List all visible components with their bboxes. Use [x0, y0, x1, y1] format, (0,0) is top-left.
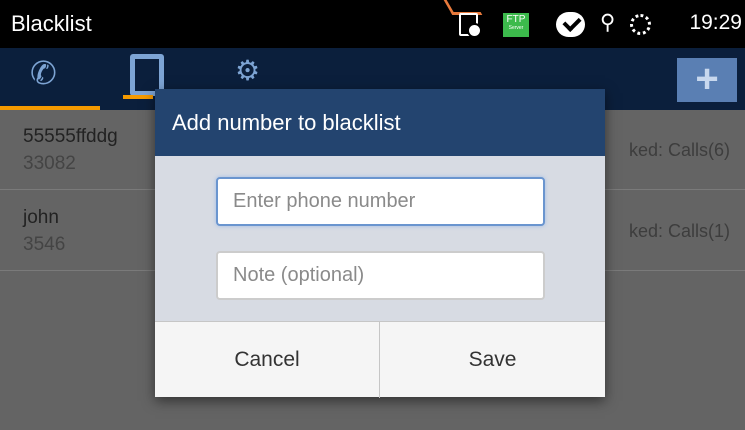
clock: 19:29: [689, 11, 742, 34]
dialog-title: Add number to blacklist: [172, 110, 401, 135]
ftp-server-icon: FTP Server: [503, 13, 529, 37]
check-bubble-icon: [556, 12, 585, 37]
add-blacklist-dialog: Add number to blacklist Enter phone numb…: [155, 89, 605, 398]
entry-name: john: [23, 207, 59, 228]
app-title: Blacklist: [11, 11, 92, 36]
save-button[interactable]: Save: [380, 322, 605, 398]
dialog-header: Add number to blacklist: [155, 89, 605, 156]
entry-blocked-count: ked: Calls(1): [628, 221, 730, 241]
entry-name: 55555ffddg: [23, 126, 118, 147]
entry-blocked-count: ked: Calls(6): [628, 140, 730, 160]
status-bar: Blacklist FTP Server ⚲ 19:29: [0, 0, 745, 48]
note-input[interactable]: Note (optional): [216, 251, 545, 300]
usb-icon: ⚲: [600, 11, 616, 34]
document-icon: [459, 13, 482, 38]
cancel-button[interactable]: Cancel: [155, 322, 380, 398]
sync-icon: [630, 14, 651, 35]
entry-number: 3546: [23, 234, 66, 255]
call-log-icon[interactable]: ✆: [30, 54, 57, 104]
entry-number: 33082: [23, 153, 76, 174]
phone-number-input[interactable]: Enter phone number: [216, 177, 545, 226]
add-button[interactable]: +: [677, 58, 737, 102]
dialog-buttons: Cancel Save: [155, 321, 605, 398]
